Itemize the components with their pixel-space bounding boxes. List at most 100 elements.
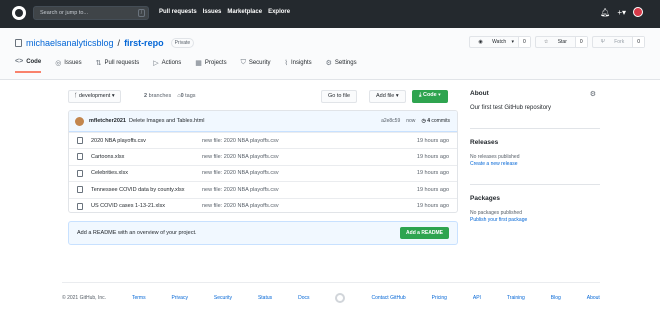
packages-heading[interactable]: Packages: [470, 195, 600, 202]
tab-projects[interactable]: ▦ Projects: [195, 58, 226, 73]
branch-info: 2 branches ⌂0 tags: [144, 93, 196, 99]
file-commit-message[interactable]: new file: 2020 NBA playoffs.csv: [202, 187, 279, 193]
footer-link-terms[interactable]: Terms: [132, 295, 146, 301]
footer-link-docs[interactable]: Docs: [298, 295, 309, 301]
tab-label: Security: [248, 59, 271, 66]
commit-author-avatar[interactable]: [75, 116, 84, 126]
footer-link-privacy[interactable]: Privacy: [172, 295, 188, 301]
avatar[interactable]: [633, 7, 643, 17]
sidebar-divider: [470, 128, 600, 129]
file-icon: [77, 202, 83, 210]
add-readme-button[interactable]: Add a README: [400, 227, 449, 239]
file-name[interactable]: US COVID cases 1-13-21.xlsx: [91, 203, 165, 209]
bell-icon[interactable]: 🔔︎: [600, 8, 610, 17]
footer-link-status[interactable]: Status: [258, 295, 272, 301]
file-commit-message[interactable]: new file: 2020 NBA playoffs.csv: [202, 138, 279, 144]
github-footer-logo-icon[interactable]: [335, 293, 346, 303]
nav-explore[interactable]: Explore: [268, 9, 290, 15]
file-age: 19 hours ago: [416, 186, 449, 193]
nav-marketplace[interactable]: Marketplace: [227, 9, 262, 15]
fork-icon: Ψ: [600, 39, 607, 45]
fork-count[interactable]: 0: [632, 37, 644, 47]
file-commit-message[interactable]: new file: 2020 NBA playoffs.csv: [202, 203, 279, 209]
star-button[interactable]: ☆ Star 0: [534, 36, 588, 48]
star-label: Star: [557, 39, 567, 45]
file-commit-message[interactable]: new file: 2020 NBA playoffs.csv: [202, 170, 279, 176]
code-button[interactable]: ⤓ Code ▾: [412, 90, 448, 103]
commit-hash[interactable]: a2e8c59: [381, 118, 400, 124]
branches-count: 2: [144, 93, 148, 99]
code-icon: <>: [15, 58, 24, 65]
file-icon: [77, 153, 83, 161]
footer-link-pricing[interactable]: Pricing: [432, 295, 447, 301]
footer-link-about[interactable]: About: [587, 295, 600, 301]
issue-icon: ◎: [55, 59, 62, 67]
footer: © 2021 GitHub, Inc. Terms Privacy Securi…: [62, 282, 600, 303]
tags-label: tags: [185, 93, 196, 99]
tab-pull-requests[interactable]: ⇅ Pull requests: [96, 58, 140, 73]
commits-link[interactable]: ◷ 4 commits: [421, 118, 450, 124]
file-row[interactable]: Cartoons.xlsx new file: 2020 NBA playoff…: [69, 148, 457, 164]
add-file-button[interactable]: Add file ▾: [369, 90, 406, 103]
footer-link-contact[interactable]: Contact GitHub: [371, 295, 405, 301]
star-count[interactable]: 0: [574, 37, 587, 47]
tab-label: Actions: [161, 59, 182, 66]
file-name[interactable]: Cartoons.xlsx: [91, 154, 124, 160]
footer-link-training[interactable]: Training: [507, 295, 525, 301]
tab-label: Issues: [64, 59, 82, 66]
create-release-link[interactable]: Create a new release: [470, 161, 600, 167]
file-icon: [77, 137, 83, 144]
file-row[interactable]: Tennessee COVID data by county.xlsx new …: [69, 181, 457, 197]
eye-icon: ◉: [478, 39, 485, 45]
tags-link[interactable]: ⌂0 tags: [177, 93, 195, 99]
fork-button[interactable]: Ψ Fork 0: [591, 36, 645, 48]
tab-label: Code: [26, 58, 42, 65]
tab-label: Insights: [290, 59, 312, 66]
repo-name-link[interactable]: first-repo: [124, 38, 164, 48]
file-list: mfletcher2021 Delete Images and Tables.h…: [68, 110, 458, 213]
file-row[interactable]: Celebrities.xlsx new file: 2020 NBA play…: [69, 164, 457, 181]
footer-link-security[interactable]: Security: [214, 295, 232, 301]
file-row[interactable]: US COVID cases 1-13-21.xlsx new file: 20…: [69, 197, 457, 212]
gear-icon[interactable]: ⚙: [590, 90, 596, 98]
watch-count[interactable]: 0: [518, 37, 530, 47]
footer-link-blog[interactable]: Blog: [551, 295, 561, 301]
tab-actions[interactable]: ▷ Actions: [153, 58, 181, 73]
repo-owner-link[interactable]: michaelsanalyticsblog: [26, 38, 114, 48]
search-input[interactable]: Search or jump to... /: [33, 6, 149, 20]
file-icon: [77, 169, 83, 177]
search-shortcut-badge: /: [138, 9, 145, 17]
plus-icon[interactable]: +▾: [617, 8, 626, 17]
branch-select[interactable]: ᚴ development ▾: [68, 90, 121, 103]
tab-insights[interactable]: ⌇ Insights: [285, 58, 312, 73]
tab-code[interactable]: <> Code: [15, 58, 42, 73]
file-name[interactable]: Celebrities.xlsx: [91, 170, 128, 176]
tab-security[interactable]: ⛉ Security: [241, 58, 271, 73]
file-name[interactable]: Tennessee COVID data by county.xlsx: [91, 187, 184, 193]
branch-name: development: [78, 93, 111, 99]
publish-package-link[interactable]: Publish your first package: [470, 217, 600, 223]
github-logo-icon[interactable]: [12, 6, 26, 20]
nav-pull-requests[interactable]: Pull requests: [159, 9, 197, 15]
nav-issues[interactable]: Issues: [203, 9, 222, 15]
commit-time: now: [406, 118, 416, 124]
pull-request-icon: ⇅: [95, 59, 102, 67]
graph-icon: ⌇: [284, 59, 288, 67]
file-name[interactable]: 2020 NBA playoffs.csv: [91, 138, 146, 144]
file-age: 19 hours ago: [416, 154, 449, 161]
repo-title: michaelsanalyticsblog / first-repo Priva…: [15, 38, 195, 48]
tab-issues[interactable]: ◎ Issues: [55, 58, 81, 73]
commit-author[interactable]: mfletcher2021: [89, 118, 126, 124]
watch-button[interactable]: ◉ Watch ▾ 0: [469, 36, 531, 48]
releases-heading[interactable]: Releases: [470, 139, 600, 146]
tab-settings[interactable]: ⚙ Settings: [326, 58, 357, 73]
go-to-file-button[interactable]: Go to file: [321, 90, 358, 103]
footer-link-api[interactable]: API: [473, 295, 481, 301]
repo-sidebar: About ⚙ Our first test GitHub repository…: [470, 90, 600, 223]
file-row[interactable]: 2020 NBA playoffs.csv new file: 2020 NBA…: [69, 132, 457, 148]
file-commit-message[interactable]: new file: 2020 NBA playoffs.csv: [202, 154, 279, 160]
branches-link[interactable]: 2 branches: [144, 93, 171, 99]
commit-message[interactable]: Delete Images and Tables.html: [129, 118, 204, 124]
top-nav: Pull requests Issues Marketplace Explore: [159, 9, 290, 15]
branches-label: branches: [148, 93, 172, 99]
